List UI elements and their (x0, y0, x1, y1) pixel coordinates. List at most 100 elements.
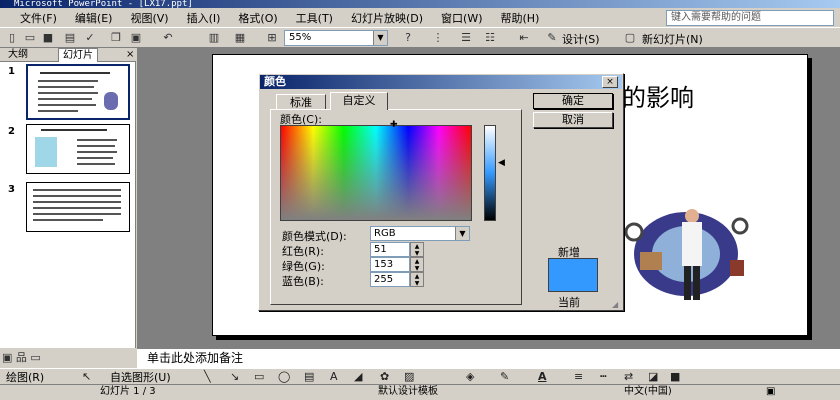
blue-input[interactable]: 255 (370, 272, 410, 287)
new-slide-icon[interactable]: ▢ (622, 30, 638, 45)
view-buttons[interactable]: ▣ 品 ▭ (0, 350, 136, 366)
cancel-button[interactable]: 取消 (533, 112, 613, 128)
line-style-icon[interactable]: ≡ (574, 370, 583, 383)
dialog-title: 颜色 (260, 75, 622, 89)
slide-number: 1 (8, 66, 15, 77)
save-icon[interactable]: ■ (40, 30, 56, 45)
menu-view[interactable]: 视图(V) (130, 10, 168, 26)
zoom-select[interactable]: 55% ▼ (284, 30, 388, 46)
spell-check-icon[interactable]: ✓ (82, 30, 98, 45)
slide-thumbnail[interactable] (26, 124, 130, 174)
tab-standard[interactable]: 标准 (276, 94, 326, 110)
color-spectrum-picker[interactable] (280, 125, 472, 221)
close-icon[interactable]: × (122, 48, 138, 62)
slide-number: 2 (8, 126, 15, 137)
picture-icon[interactable]: ▨ (404, 370, 414, 383)
menu-slideshow[interactable]: 幻灯片放映(D) (351, 10, 423, 26)
draw-menu-button[interactable]: 绘图(R) (6, 369, 44, 385)
slide-title[interactable]: 的影响 (622, 78, 694, 113)
oval-icon[interactable]: ◯ (278, 370, 290, 383)
tab-custom[interactable]: 自定义 (330, 92, 388, 110)
autoshapes-button[interactable]: 自选图形(U) (110, 369, 171, 385)
rectangle-icon[interactable]: ▭ (254, 370, 264, 383)
chevron-down-icon[interactable]: ▼ (455, 227, 469, 240)
tab-slides[interactable]: 幻灯片 (58, 48, 98, 62)
status-template: 默认设计模板 (378, 386, 438, 397)
color-mode-label: 颜色模式(D): (282, 230, 347, 243)
current-color-label: 当前 (558, 296, 580, 309)
slide-clipart-image (624, 209, 749, 300)
decrease-indent-icon[interactable]: ⇤ (516, 30, 532, 45)
arrow-icon[interactable]: ↘ (230, 370, 239, 383)
clipart-icon[interactable]: ✿ (380, 370, 389, 383)
grid-icon[interactable]: ⊞ (264, 30, 280, 45)
undo-icon[interactable]: ↶ (160, 30, 176, 45)
standard-toolbar: ▯ ▭ ■ ▤ ✓ ❐ ▣ ↶ ▥ ▦ ⊞ ? ⋮ ☰ ☷ ⇤ ✎ ▢ (0, 28, 840, 48)
close-icon[interactable]: × (602, 76, 618, 88)
textbox-icon[interactable]: ▤ (304, 370, 314, 383)
pane-tabs: 大纲 幻灯片 × (0, 48, 136, 62)
toolbar-options-icon[interactable]: ⋮ (430, 30, 446, 45)
font-color-icon[interactable]: A (538, 370, 547, 383)
green-label: 绿色(G): (282, 260, 325, 273)
arrow-style-icon[interactable]: ⇄ (624, 370, 633, 383)
clipart-icon (104, 92, 118, 110)
line-color-icon[interactable]: ✎ (500, 370, 509, 383)
open-folder-icon[interactable]: ▭ (22, 30, 38, 45)
help-icon[interactable]: ? (400, 30, 416, 45)
menu-tools[interactable]: 工具(T) (296, 10, 333, 26)
bulleted-list-icon[interactable]: ☷ (482, 30, 498, 45)
design-icon[interactable]: ✎ (544, 30, 560, 45)
blue-spinner[interactable]: ▲ ▼ (410, 272, 424, 287)
green-input[interactable]: 153 (370, 257, 410, 272)
slide-thumbnail[interactable] (26, 182, 130, 232)
status-slide-count: 幻灯片 1 / 3 (100, 386, 156, 397)
insert-table-icon[interactable]: ▦ (232, 30, 248, 45)
status-language: 中文(中国) (624, 386, 672, 397)
diagram-icon[interactable]: ◢ (354, 370, 362, 383)
insert-chart-icon[interactable]: ▥ (206, 30, 222, 45)
shadow-icon[interactable]: ◪ (648, 370, 658, 383)
color-mode-value: RGB (374, 228, 396, 239)
ok-button[interactable]: 确定 (533, 93, 613, 109)
blue-label: 蓝色(B): (282, 275, 324, 288)
green-spinner[interactable]: ▲ ▼ (410, 257, 424, 272)
red-spinner[interactable]: ▲ ▼ (410, 242, 424, 257)
new-slide-button[interactable]: 新幻灯片(N) (642, 31, 703, 47)
new-color-swatch (548, 258, 598, 275)
red-input[interactable]: 51 (370, 242, 410, 257)
paste-icon[interactable]: ▣ (128, 30, 144, 45)
3d-icon[interactable]: ■ (670, 370, 680, 383)
color-mode-select[interactable]: RGB ▼ (370, 226, 470, 241)
window-title: Microsoft PowerPoint - [LX17.ppt] (14, 0, 193, 8)
spelling-status-icon: ▣ (766, 386, 776, 397)
slide-thumbnail[interactable] (26, 64, 130, 120)
wordart-icon[interactable]: A (330, 370, 338, 383)
line-icon[interactable]: ╲ (204, 370, 211, 383)
slide-picture-icon (35, 137, 57, 167)
design-button[interactable]: 设计(S) (562, 31, 600, 47)
menu-window[interactable]: 窗口(W) (441, 10, 482, 26)
numbered-list-icon[interactable]: ☰ (458, 30, 474, 45)
menu-file[interactable]: 文件(F) (20, 10, 57, 26)
menu-edit[interactable]: 编辑(E) (75, 10, 113, 26)
fill-color-icon[interactable]: ◈ (466, 370, 474, 383)
menu-help[interactable]: 帮助(H) (501, 10, 540, 26)
menu-format[interactable]: 格式(O) (238, 10, 277, 26)
crosshair-icon[interactable]: ✚ (390, 121, 400, 130)
notes-pane[interactable]: 单击此处添加备注 (137, 348, 840, 368)
help-search-input[interactable]: 键入需要帮助的问题 (666, 10, 834, 26)
copy-icon[interactable]: ❐ (108, 30, 124, 45)
red-label: 红色(R): (282, 245, 324, 258)
luminance-slider[interactable] (484, 125, 496, 221)
tab-outline[interactable]: 大纲 (4, 48, 32, 62)
dash-style-icon[interactable]: ┅ (600, 370, 607, 383)
chevron-down-icon[interactable]: ▼ (373, 31, 387, 45)
slider-arrow-icon[interactable]: ◀ (498, 158, 505, 168)
new-document-icon[interactable]: ▯ (4, 30, 20, 45)
select-arrow-icon[interactable]: ↖ (82, 370, 91, 383)
menu-insert[interactable]: 插入(I) (187, 10, 221, 26)
print-icon[interactable]: ▤ (62, 30, 78, 45)
window-title-bar: Microsoft PowerPoint - [LX17.ppt] (0, 0, 840, 8)
resize-grip-icon[interactable]: ◢ (612, 300, 618, 309)
